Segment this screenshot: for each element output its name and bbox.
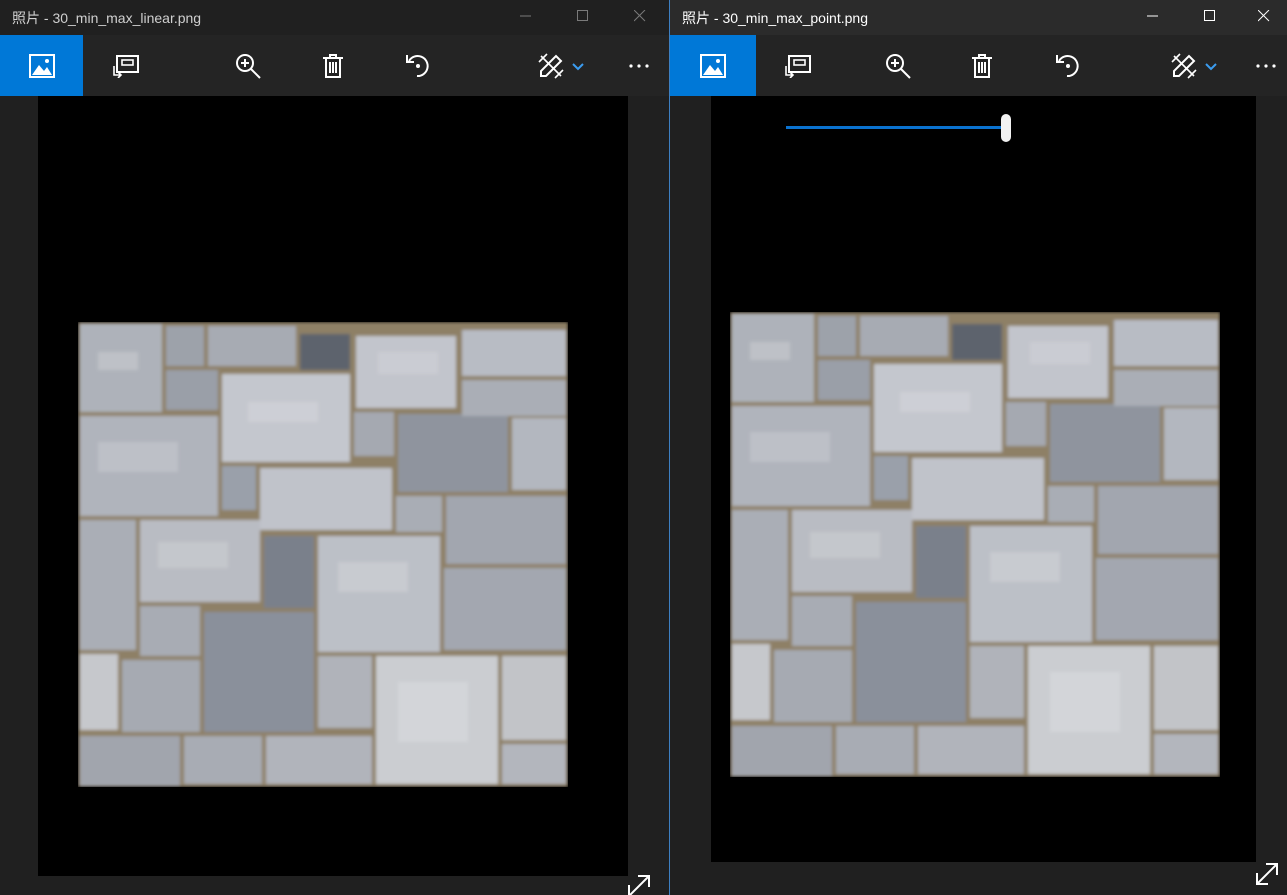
image-canvas[interactable] bbox=[38, 96, 628, 876]
window-title: 照片 - 30_min_max_point.png bbox=[682, 10, 868, 26]
delete-icon bbox=[323, 53, 343, 78]
picture-icon bbox=[700, 53, 726, 78]
expand-icon[interactable] bbox=[626, 873, 652, 895]
toolbar bbox=[670, 35, 1287, 96]
image-canvas[interactable] bbox=[711, 96, 1256, 862]
photos-window-point: 照片 - 30_min_max_point.png bbox=[670, 0, 1287, 895]
slideshow-button[interactable] bbox=[770, 35, 826, 96]
zoom-in-icon bbox=[236, 53, 261, 79]
edit-create-button[interactable] bbox=[530, 35, 592, 96]
minimize-button[interactable] bbox=[1130, 0, 1176, 32]
slideshow-icon bbox=[785, 54, 811, 78]
delete-button[interactable] bbox=[307, 35, 359, 96]
chevron-down-icon bbox=[1205, 62, 1217, 70]
view-picture-button[interactable] bbox=[0, 35, 83, 96]
maximize-button[interactable] bbox=[1187, 0, 1233, 32]
minimize-icon bbox=[1147, 15, 1158, 17]
toolbar bbox=[0, 35, 669, 96]
more-options-button[interactable] bbox=[615, 35, 663, 96]
rotate-icon bbox=[1056, 54, 1079, 77]
photos-window-linear: 照片 - 30_min_max_linear.png bbox=[0, 0, 669, 895]
zoom-button[interactable] bbox=[872, 35, 924, 96]
maximize-icon bbox=[1204, 10, 1215, 21]
title-bar: 照片 - 30_min_max_point.png bbox=[670, 0, 1287, 35]
close-button[interactable] bbox=[1241, 0, 1287, 32]
close-icon bbox=[1258, 10, 1270, 22]
zoom-slider-track[interactable] bbox=[786, 126, 1006, 129]
stone-wall-image bbox=[78, 322, 568, 787]
more-options-button[interactable] bbox=[1245, 35, 1287, 96]
minimize-icon bbox=[520, 15, 531, 17]
delete-icon bbox=[972, 53, 992, 78]
edit-icon bbox=[1171, 52, 1197, 79]
edit-create-button[interactable] bbox=[1166, 35, 1222, 96]
rotate-button[interactable] bbox=[1042, 35, 1094, 96]
title-bar: 照片 - 30_min_max_linear.png bbox=[0, 0, 669, 35]
maximize-icon bbox=[577, 10, 588, 21]
more-icon bbox=[1256, 63, 1276, 68]
zoom-slider-thumb[interactable] bbox=[1001, 114, 1011, 142]
window-title: 照片 - 30_min_max_linear.png bbox=[12, 10, 202, 26]
edit-icon bbox=[538, 52, 564, 79]
minimize-button[interactable] bbox=[503, 0, 549, 32]
close-button[interactable] bbox=[617, 0, 663, 32]
stone-wall-image bbox=[730, 312, 1220, 777]
zoom-in-icon bbox=[886, 53, 911, 79]
view-picture-button[interactable] bbox=[670, 35, 756, 96]
maximize-button[interactable] bbox=[560, 0, 606, 32]
more-icon bbox=[629, 63, 649, 68]
chevron-down-icon bbox=[572, 62, 584, 70]
close-icon bbox=[634, 10, 646, 22]
rotate-icon bbox=[406, 54, 429, 77]
expand-icon[interactable] bbox=[1254, 861, 1280, 887]
picture-icon bbox=[28, 53, 55, 78]
slideshow-button[interactable] bbox=[98, 35, 154, 96]
slideshow-icon bbox=[113, 54, 139, 78]
rotate-button[interactable] bbox=[392, 35, 444, 96]
delete-button[interactable] bbox=[956, 35, 1008, 96]
zoom-button[interactable] bbox=[222, 35, 274, 96]
